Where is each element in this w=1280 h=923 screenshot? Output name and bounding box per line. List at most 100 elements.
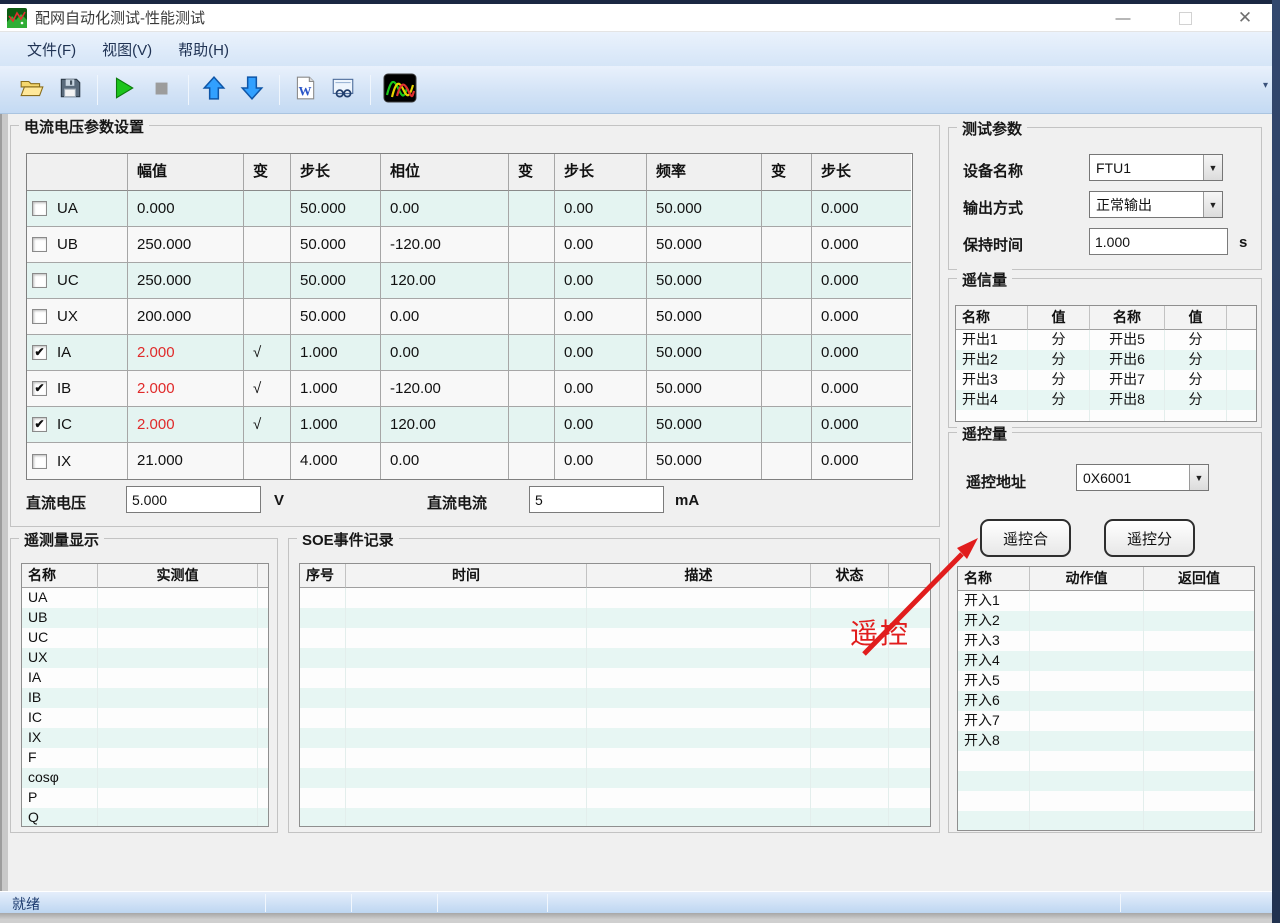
remote-close-button[interactable]: 遥控合 [980, 519, 1071, 557]
menu-item-0[interactable]: 文件(F) [14, 34, 89, 65]
param-cell[interactable] [244, 191, 291, 227]
table-row[interactable]: 开入3 [958, 631, 1254, 651]
param-cell[interactable]: 0.000 [812, 407, 911, 443]
checkbox-UC[interactable] [32, 273, 47, 288]
param-cell[interactable] [762, 227, 812, 263]
toolbar-move-up-button[interactable] [196, 72, 232, 108]
table-row[interactable]: 开出1分开出5分 [956, 330, 1256, 350]
chevron-down-icon[interactable]: ▼ [1189, 465, 1208, 490]
param-cell[interactable]: 50.000 [647, 335, 762, 371]
menu-item-1[interactable]: 视图(V) [89, 34, 165, 65]
checkbox-IA[interactable]: ✔ [32, 345, 47, 360]
param-cell[interactable] [244, 263, 291, 299]
table-row[interactable]: cosφ [22, 768, 268, 788]
param-cell[interactable]: 2.000 [128, 407, 244, 443]
param-cell[interactable]: 2.000 [128, 371, 244, 407]
param-cell[interactable]: 0.000 [128, 191, 244, 227]
param-cell[interactable] [244, 443, 291, 479]
toolbar-run-button[interactable] [105, 72, 141, 108]
param-cell[interactable]: 50.000 [647, 191, 762, 227]
param-cell[interactable]: 2.000 [128, 335, 244, 371]
table-row[interactable]: 开入7 [958, 711, 1254, 731]
param-cell[interactable] [762, 191, 812, 227]
param-cell[interactable]: 50.000 [647, 263, 762, 299]
table-row[interactable]: 开出3分开出7分 [956, 370, 1256, 390]
param-cell[interactable]: 1.000 [291, 407, 381, 443]
toolbar-open-file-button[interactable] [14, 72, 50, 108]
param-cell[interactable]: 1.000 [291, 335, 381, 371]
param-cell[interactable] [762, 407, 812, 443]
param-cell[interactable] [509, 371, 555, 407]
menu-item-2[interactable]: 帮助(H) [165, 34, 242, 65]
param-cell[interactable]: 50.000 [647, 299, 762, 335]
table-row[interactable]: IC [22, 708, 268, 728]
param-cell[interactable]: 0.00 [555, 371, 647, 407]
device-name-combo[interactable]: FTU1 ▼ [1089, 154, 1223, 181]
param-cell[interactable]: 0.00 [381, 299, 509, 335]
chevron-down-icon[interactable]: ▼ [1203, 155, 1222, 180]
param-cell[interactable] [762, 299, 812, 335]
param-cell[interactable]: 50.000 [291, 263, 381, 299]
param-cell[interactable]: 0.00 [555, 443, 647, 479]
param-cell[interactable]: 0.000 [812, 299, 911, 335]
table-row[interactable]: 开入4 [958, 651, 1254, 671]
param-cell[interactable]: 0.00 [555, 407, 647, 443]
hold-time-input[interactable] [1089, 228, 1228, 255]
dc-current-input[interactable] [529, 486, 664, 513]
close-button[interactable]: ✕ [1222, 4, 1268, 32]
table-row[interactable]: UX [22, 648, 268, 668]
checkbox-IB[interactable]: ✔ [32, 381, 47, 396]
param-cell[interactable]: √ [244, 371, 291, 407]
param-cell[interactable] [762, 443, 812, 479]
param-cell[interactable] [509, 443, 555, 479]
param-cell[interactable] [509, 299, 555, 335]
param-cell[interactable] [509, 407, 555, 443]
param-cell[interactable]: 0.000 [812, 443, 911, 479]
param-cell[interactable]: 0.000 [812, 371, 911, 407]
table-row[interactable]: F [22, 748, 268, 768]
param-cell[interactable]: 0.000 [812, 335, 911, 371]
param-cell[interactable] [509, 335, 555, 371]
toolbar-waveform-display-button[interactable] [378, 72, 422, 108]
param-cell[interactable]: 21.000 [128, 443, 244, 479]
chevron-down-icon[interactable]: ▼ [1203, 192, 1222, 217]
dc-voltage-input[interactable] [126, 486, 261, 513]
param-cell[interactable]: 120.00 [381, 407, 509, 443]
param-cell[interactable] [509, 191, 555, 227]
param-cell[interactable]: 200.000 [128, 299, 244, 335]
checkbox-IC[interactable]: ✔ [32, 417, 47, 432]
param-cell[interactable]: √ [244, 407, 291, 443]
table-row[interactable]: 开入6 [958, 691, 1254, 711]
param-cell[interactable]: 250.000 [128, 227, 244, 263]
param-cell[interactable]: 4.000 [291, 443, 381, 479]
output-mode-combo[interactable]: 正常输出 ▼ [1089, 191, 1223, 218]
checkbox-UA[interactable] [32, 201, 47, 216]
param-cell[interactable] [244, 227, 291, 263]
param-cell[interactable]: 0.00 [555, 263, 647, 299]
param-cell[interactable]: 50.000 [647, 227, 762, 263]
table-row[interactable]: IA [22, 668, 268, 688]
param-cell[interactable] [244, 299, 291, 335]
table-row[interactable]: 开入2 [958, 611, 1254, 631]
table-row[interactable]: UB [22, 608, 268, 628]
param-cell[interactable]: 250.000 [128, 263, 244, 299]
table-row[interactable]: UA [22, 588, 268, 608]
remote-open-button[interactable]: 遥控分 [1104, 519, 1195, 557]
param-cell[interactable]: -120.00 [381, 227, 509, 263]
param-cell[interactable]: 120.00 [381, 263, 509, 299]
checkbox-IX[interactable] [32, 454, 47, 469]
param-cell[interactable] [509, 263, 555, 299]
param-cell[interactable]: 0.00 [555, 335, 647, 371]
checkbox-UX[interactable] [32, 309, 47, 324]
table-row[interactable]: Q [22, 808, 268, 827]
table-row[interactable]: 开入5 [958, 671, 1254, 691]
param-cell[interactable]: 50.000 [647, 443, 762, 479]
param-cell[interactable]: 0.00 [555, 191, 647, 227]
toolbar-print-preview-button[interactable] [325, 72, 361, 108]
table-row[interactable]: 开入1 [958, 591, 1254, 611]
table-row[interactable]: P [22, 788, 268, 808]
toolbar-word-report-button[interactable]: W [287, 72, 323, 108]
param-cell[interactable]: 50.000 [647, 407, 762, 443]
param-cell[interactable]: 0.00 [381, 335, 509, 371]
maximize-button[interactable] [1162, 4, 1208, 32]
